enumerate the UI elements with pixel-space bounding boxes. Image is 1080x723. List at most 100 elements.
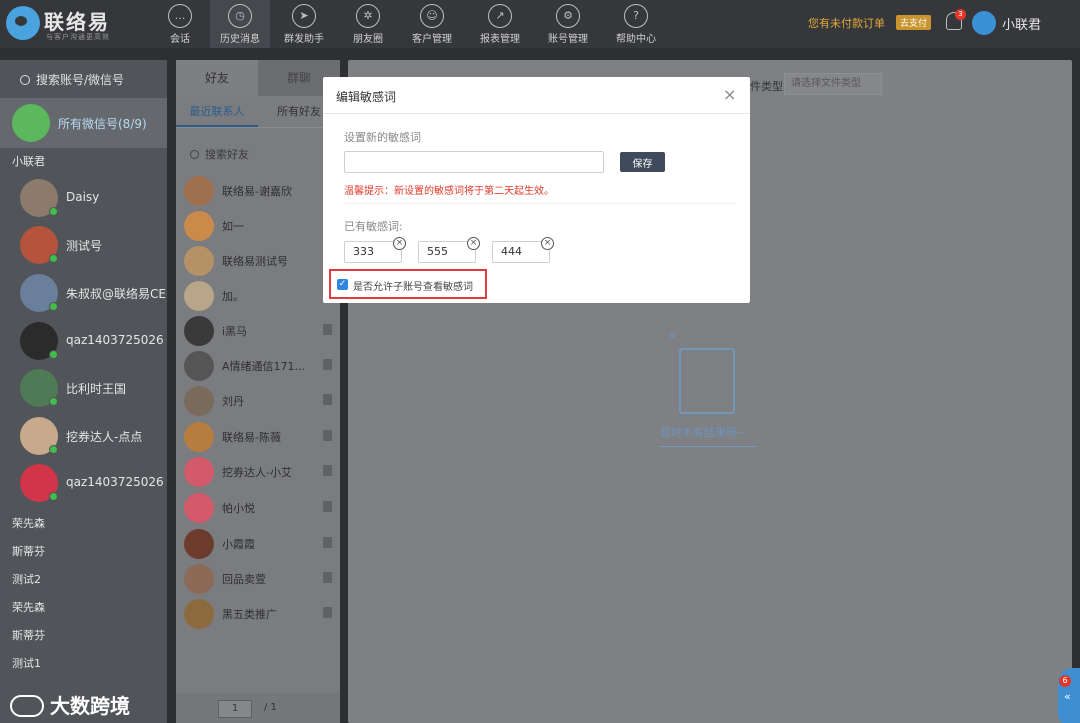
account-group-name[interactable]: 荣先森 <box>12 515 45 531</box>
tab-friends[interactable]: 好友 <box>176 60 258 96</box>
friend-item[interactable]: A情绪通信171... <box>184 349 334 381</box>
app-logo[interactable]: 联络易 与客户沟通更高效 <box>6 4 166 44</box>
account-item[interactable]: qaz1403725026 <box>20 463 167 503</box>
watermark-logo-icon <box>10 695 44 717</box>
unpaid-order-link[interactable]: 您有未付款订单 <box>808 15 885 31</box>
tab-recent-contacts[interactable]: 最近联系人 <box>176 96 258 127</box>
account-group-name[interactable]: 测试2 <box>12 571 41 587</box>
account-name: Daisy <box>66 190 100 204</box>
search-icon <box>20 75 30 85</box>
account-item[interactable]: qaz1403725026 <box>20 321 167 361</box>
nav-item-help[interactable]: ? 帮助中心 <box>602 0 670 48</box>
friend-item[interactable]: 小霞霞 <box>184 527 334 559</box>
trash-icon[interactable] <box>323 465 332 476</box>
trash-icon[interactable] <box>323 501 332 512</box>
user-name[interactable]: 小联君 <box>1002 14 1041 33</box>
online-status-dot <box>49 397 58 406</box>
trash-icon[interactable] <box>323 324 332 335</box>
avatar <box>184 386 214 416</box>
friend-item[interactable]: 联络易-谢嘉欣 <box>184 174 334 206</box>
trash-icon[interactable] <box>323 430 332 441</box>
friend-item[interactable]: 黑五类推广 <box>184 597 334 629</box>
friend-name: 刘丹 <box>222 395 244 408</box>
nav-item-label: 客户管理 <box>412 34 452 45</box>
friend-item[interactable]: 加。 <box>184 279 334 311</box>
friend-search-input[interactable]: 搜索好友 <box>190 146 249 162</box>
new-word-input[interactable] <box>344 151 604 173</box>
app-name: 联络易 <box>44 10 110 34</box>
remove-word-icon[interactable]: × <box>393 237 406 250</box>
avatar <box>184 564 214 594</box>
account-item[interactable]: 挖券达人-点点 <box>20 416 167 456</box>
account-group-name[interactable]: 斯蒂芬 <box>12 543 45 559</box>
divider <box>658 446 758 447</box>
dialog-header: 编辑敏感词 × <box>323 77 750 114</box>
friend-subtabs: 最近联系人 所有好友 <box>176 96 340 128</box>
double-chevron-left-icon[interactable]: « <box>1064 690 1071 703</box>
tip-text: 温馨提示：新设置的敏感词将于第二天起生效。 <box>344 186 554 197</box>
account-item[interactable]: 朱叔叔@联络易CE <box>20 273 167 313</box>
friend-item[interactable]: 如一 <box>184 209 334 241</box>
account-group-name[interactable]: 测试1 <box>12 655 41 671</box>
nav-item-history[interactable]: ◷ 历史消息 <box>210 0 270 48</box>
nav-item-customers[interactable]: ☺ 客户管理 <box>398 0 466 48</box>
friend-item[interactable]: 挖券达人-小艾 <box>184 455 334 487</box>
account-search-input[interactable]: 搜索账号/微信号 <box>8 68 160 92</box>
remove-word-icon[interactable]: × <box>467 237 480 250</box>
account-search-placeholder: 搜索账号/微信号 <box>36 73 125 87</box>
all-accounts-label: 所有微信号(8/9) <box>58 117 147 131</box>
avatar <box>184 246 214 276</box>
nav-item-broadcast[interactable]: ➤ 群发助手 <box>270 0 338 48</box>
friend-item[interactable]: 刘丹 <box>184 384 334 416</box>
trash-icon[interactable] <box>323 359 332 370</box>
friend-name: 加。 <box>222 290 244 303</box>
float-count-badge: 6 <box>1059 675 1071 687</box>
friend-name: 联络易-谢嘉欣 <box>222 185 292 198</box>
friend-item[interactable]: 联络易测试号 <box>184 244 334 276</box>
all-accounts-item[interactable]: 所有微信号(8/9) <box>0 98 167 148</box>
friend-name: i黑马 <box>222 325 248 338</box>
app-tagline: 与客户沟通更高效 <box>46 33 110 41</box>
account-group-name[interactable]: 小联君 <box>12 153 45 169</box>
allow-subaccount-checkbox[interactable]: ✓ <box>337 279 348 290</box>
allow-subaccount-label[interactable]: 是否允许子账号查看敏感词 <box>353 278 473 293</box>
account-item[interactable]: 测试号 <box>20 225 167 265</box>
online-status-dot <box>49 207 58 216</box>
account-item[interactable]: Daisy <box>20 178 167 218</box>
friend-item[interactable]: 回品卖萱 <box>184 562 334 594</box>
pay-now-badge[interactable]: 去支付 <box>896 15 932 30</box>
friend-item[interactable]: 联络易-陈薇 <box>184 420 334 452</box>
trash-icon[interactable] <box>323 394 332 405</box>
account-group-name[interactable]: 斯蒂芬 <box>12 627 45 643</box>
online-status-dot <box>49 302 58 311</box>
page-number-input[interactable]: 1 <box>218 700 252 718</box>
friend-item[interactable]: i黑马 <box>184 314 334 346</box>
friend-list-panel: 好友 群聊 最近联系人 所有好友 搜索好友 联络易-谢嘉欣 如一 联络易测试号 … <box>176 60 340 723</box>
account-item[interactable]: 比利时王国 <box>20 368 167 408</box>
online-status-dot <box>49 350 58 359</box>
nav-item-label: 历史消息 <box>220 34 260 45</box>
friend-item[interactable]: 帕小悦 <box>184 491 334 523</box>
file-type-label: 件类型 <box>750 80 783 93</box>
gear-icon: ⚙ <box>556 4 580 28</box>
save-button[interactable]: 保存 <box>620 152 665 172</box>
remove-word-icon[interactable]: × <box>541 237 554 250</box>
file-type-select[interactable]: 请选择文件类型 <box>784 73 882 95</box>
trash-icon[interactable] <box>323 607 332 618</box>
report-icon: ↗ <box>488 4 512 28</box>
user-avatar[interactable] <box>972 11 996 35</box>
account-group-name[interactable]: 荣先森 <box>12 599 45 615</box>
notification-count-badge: 3 <box>955 9 966 20</box>
trash-icon[interactable] <box>323 537 332 548</box>
nav-item-chat[interactable]: … 会话 <box>150 0 210 48</box>
nav-item-reports[interactable]: ↗ 报表管理 <box>466 0 534 48</box>
avatar <box>184 211 214 241</box>
close-icon[interactable]: × <box>723 85 736 104</box>
trash-icon[interactable] <box>323 572 332 583</box>
account-name: 朱叔叔@联络易CE <box>66 287 166 301</box>
nav-item-moments[interactable]: ✲ 朋友圈 <box>338 0 398 48</box>
avatar <box>184 176 214 206</box>
nav-item-accounts[interactable]: ⚙ 账号管理 <box>534 0 602 48</box>
customer-icon: ☺ <box>420 4 444 28</box>
account-name: qaz1403725026 <box>66 475 164 489</box>
